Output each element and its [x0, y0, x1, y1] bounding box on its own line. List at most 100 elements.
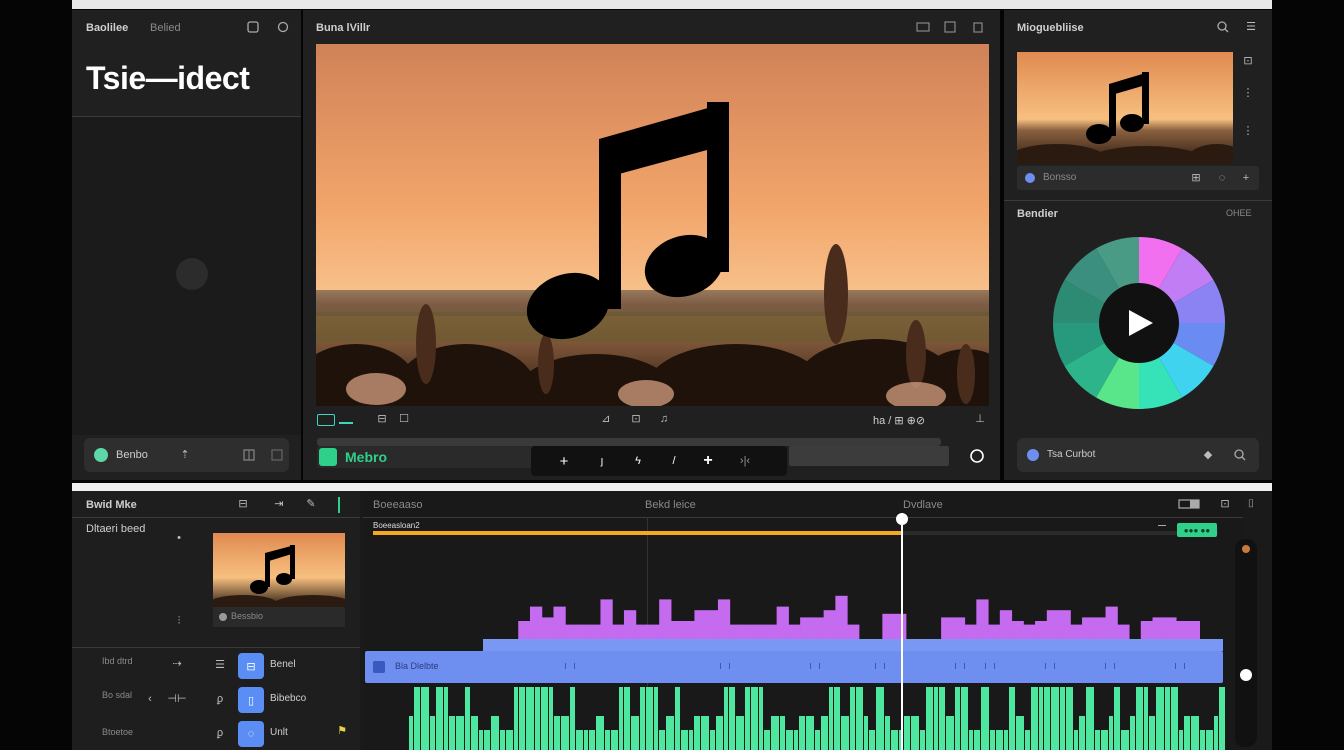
loading-indicator: [176, 258, 208, 290]
menu-icon[interactable]: ☰: [1244, 20, 1258, 34]
music-icon[interactable]: ♫: [657, 412, 671, 426]
scroll-handle[interactable]: [1240, 669, 1252, 681]
fx-icon[interactable]: ⊿: [599, 412, 613, 426]
waveform-bar: [1191, 716, 1199, 750]
waveform-bar: [1086, 687, 1094, 750]
track-button[interactable]: ▯: [238, 687, 264, 713]
search-icon[interactable]: [1233, 448, 1247, 462]
list-icon[interactable]: ⋮: [1241, 124, 1255, 138]
plus-icon[interactable]: +: [557, 454, 571, 469]
edit-icon[interactable]: ✎: [304, 497, 318, 511]
list-icon[interactable]: ⋮: [1241, 86, 1255, 100]
edit-icon[interactable]: ⊡: [1241, 54, 1255, 68]
view-controls[interactable]: ha / ⊞ ⊕⊘: [873, 414, 925, 427]
lock-icon[interactable]: ⊥: [973, 412, 987, 426]
clip-card[interactable]: Bessbio: [213, 533, 345, 627]
pen-icon[interactable]: /: [667, 454, 681, 468]
track-row: Btoetoe ϼ ◌ Unlt ⚑: [72, 717, 360, 750]
settings-icon[interactable]: [969, 448, 985, 464]
waveform-icon[interactable]: [339, 416, 353, 424]
track-side-label: Ibd dtrd: [102, 656, 133, 666]
playhead[interactable]: [896, 513, 909, 750]
split-icon[interactable]: ⊣⊢: [167, 693, 186, 705]
flag-icon[interactable]: ⚑: [336, 725, 348, 737]
section-tag: ОНЕЕ: [1226, 208, 1252, 218]
fullscreen-icon[interactable]: ⌷: [1244, 497, 1258, 511]
waveform-bar: [1156, 687, 1164, 750]
settings-icon[interactable]: ◌: [1215, 171, 1229, 185]
timecode-field[interactable]: [789, 446, 949, 466]
waveform-bar: [981, 687, 989, 750]
tab-belied[interactable]: Belied: [150, 22, 181, 34]
waveform-bar: [815, 730, 820, 750]
upload-icon[interactable]: ⇡: [178, 448, 192, 462]
media-chip[interactable]: Mebro: [317, 446, 535, 468]
progress-track[interactable]: [317, 438, 941, 446]
minus-icon[interactable]: [1158, 525, 1166, 526]
route-icon[interactable]: ⇢: [170, 657, 184, 671]
waveform-bar: [1117, 624, 1130, 639]
waveform-bar: [1114, 687, 1120, 750]
grid-icon[interactable]: [242, 448, 256, 462]
fullscreen-icon[interactable]: [915, 20, 931, 34]
cloud-icon[interactable]: ☐: [397, 412, 411, 426]
window-icon[interactable]: ⊟: [236, 497, 250, 511]
clip-thumbnail[interactable]: [1017, 52, 1233, 164]
import-button[interactable]: Benbo: [116, 449, 148, 461]
split-icon[interactable]: ›|‹: [735, 454, 755, 468]
chevron-left-icon[interactable]: ‹: [144, 693, 156, 705]
track-button[interactable]: ◌: [238, 721, 264, 747]
media-label: Mebro: [345, 449, 387, 465]
diamond-icon[interactable]: ◆: [1201, 448, 1215, 462]
track-side-label: Btoetoe: [102, 727, 134, 737]
audio-waveform-green[interactable]: [363, 683, 1243, 750]
color-wheel[interactable]: [1051, 235, 1227, 411]
waveform-bar: [514, 687, 518, 750]
waveform-bar: [706, 610, 719, 639]
waveform-bar: [952, 617, 966, 639]
column-header: Dvdlave: [903, 499, 943, 511]
playhead-handle[interactable]: [896, 513, 909, 525]
waveform-bar: [584, 730, 588, 750]
vertical-scrollbar[interactable]: [1235, 539, 1257, 747]
timeline-panel: Bwid Mke ⊟ ⇥ ✎ Dltaeri beed • ⫶ Bessbio …: [72, 491, 1272, 750]
link-icon[interactable]: ϼ: [212, 691, 228, 707]
waveform-bar: [1011, 621, 1024, 639]
waveform-bar: [955, 687, 960, 750]
video-preview[interactable]: [316, 44, 989, 406]
bottom-label: Tsa Curbot: [1047, 449, 1096, 460]
more-icon[interactable]: ⫶: [174, 615, 184, 627]
expand-icon[interactable]: [270, 448, 284, 462]
video-lane[interactable]: Bla Dlelbte: [365, 651, 1223, 683]
trash-icon[interactable]: [971, 20, 985, 34]
waveform-bar: [588, 624, 601, 639]
scroll-handle-top[interactable]: [1242, 545, 1250, 553]
plus-icon[interactable]: +: [701, 453, 715, 469]
grid-icon[interactable]: ⊞: [1189, 171, 1203, 185]
copy-icon[interactable]: [943, 20, 957, 34]
waveform-icon[interactable]: [317, 414, 335, 426]
lightning-icon[interactable]: ϟ: [631, 454, 645, 468]
preview-panel: Buna lVillr ⊟ ☐ ⊿ ⊡ ♫ ha / ⊞ ⊕⊘ ⊥ Mebro …: [303, 10, 1000, 480]
export-icon[interactable]: ⇥: [272, 497, 286, 511]
timeline-canvas[interactable]: Boeeaaso Bekd leice Dvdlave Boeeasloan2 …: [363, 491, 1243, 750]
layout-icon[interactable]: [1178, 497, 1200, 511]
search-icon[interactable]: [1216, 20, 1230, 34]
status-chip[interactable]: ●●● ●●: [1177, 523, 1217, 537]
copy-icon[interactable]: ⊡: [1218, 497, 1232, 511]
refresh-icon[interactable]: [276, 20, 290, 34]
crop-icon[interactable]: ⊡: [629, 412, 643, 426]
waveform-bar: [449, 716, 455, 750]
track-button[interactable]: ⊟: [238, 653, 264, 679]
list-icon[interactable]: ☰: [212, 657, 228, 673]
waveform-bar: [456, 716, 464, 750]
window-icon[interactable]: [246, 20, 260, 34]
plus-icon[interactable]: +: [1239, 171, 1253, 185]
waveform-bar: [999, 610, 1013, 639]
audio-waveform-purple[interactable]: [363, 551, 1243, 641]
cut-icon[interactable]: ȷ: [595, 454, 609, 468]
lane-tick: [810, 663, 820, 669]
audio-icon[interactable]: ⊟: [375, 412, 389, 426]
waveform-bar: [659, 599, 672, 639]
link-icon[interactable]: ϼ: [212, 725, 228, 741]
